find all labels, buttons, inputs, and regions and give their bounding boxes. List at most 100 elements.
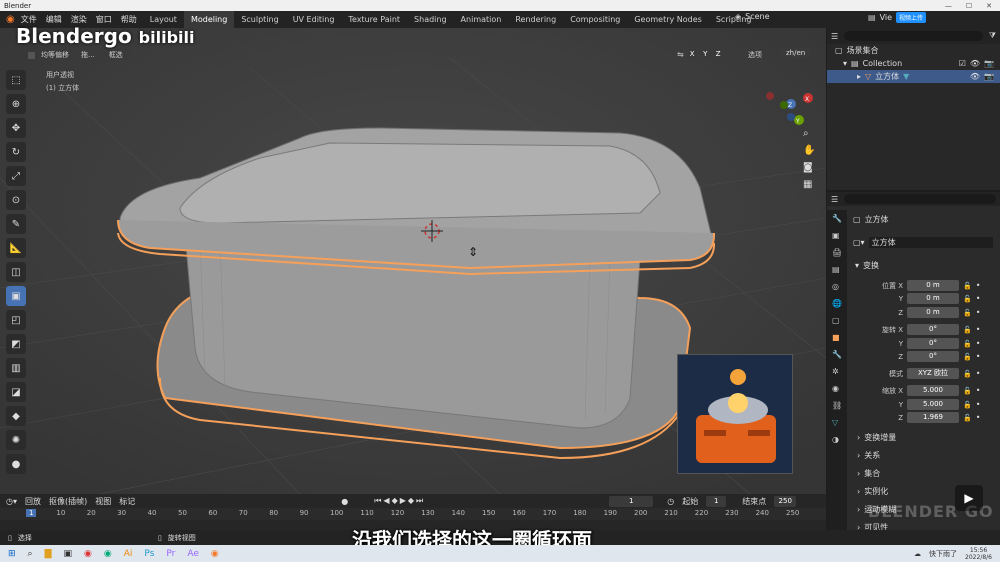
object-tab-icon[interactable]: ■: [832, 333, 842, 342]
workspace-tab[interactable]: Geometry Nodes: [627, 11, 708, 28]
tool-tab-icon[interactable]: 🔧: [832, 214, 842, 223]
lock-icon[interactable]: 🔓: [963, 387, 972, 395]
annotate-tool-icon[interactable]: ✎: [6, 214, 26, 234]
lang-toggle[interactable]: zh/en: [780, 48, 812, 58]
world-tab-icon[interactable]: 🌐: [832, 299, 842, 308]
timeline-editor-icon[interactable]: ◷▾: [6, 497, 17, 506]
timeline-ruler[interactable]: 1 10 20 30 40 50 60 70 80 90 100 110 120 130 140 150 160…: [0, 508, 826, 520]
eye-icon[interactable]: 👁: [970, 59, 980, 68]
markers-menu[interactable]: 标记: [119, 496, 135, 507]
physics-tab-icon[interactable]: ◉: [832, 384, 842, 393]
keyframe-dot-icon[interactable]: •: [976, 369, 981, 378]
current-frame-field[interactable]: 1: [609, 495, 654, 507]
keying-menu[interactable]: 抠像(插帧): [49, 496, 87, 507]
measure-tool-icon[interactable]: 📐: [6, 238, 26, 258]
search-icon[interactable]: ⌕: [28, 549, 33, 559]
data-tab-icon[interactable]: ▽: [832, 418, 842, 427]
chrome-icon[interactable]: ◉: [84, 549, 92, 559]
select-tool-icon[interactable]: ⬚: [6, 70, 26, 90]
rotation-z-field[interactable]: 0°: [907, 351, 959, 362]
zoom-icon[interactable]: ⌕: [803, 128, 815, 139]
keyframe-dot-icon[interactable]: •: [976, 339, 981, 348]
lock-icon[interactable]: 🔓: [963, 295, 972, 303]
move-tool-icon[interactable]: ✥: [6, 118, 26, 138]
edge-icon[interactable]: ◉: [104, 549, 112, 559]
workspace-tab[interactable]: Compositing: [563, 11, 627, 28]
lock-icon[interactable]: 🔓: [963, 326, 972, 334]
lock-icon[interactable]: 🔓: [963, 340, 972, 348]
end-frame-field[interactable]: 250: [774, 495, 797, 507]
checkbox-icon[interactable]: ☑: [959, 59, 966, 68]
properties-search-field[interactable]: [844, 194, 996, 204]
photoshop-icon[interactable]: Ps: [144, 549, 154, 559]
keyframe-dot-icon[interactable]: •: [976, 308, 981, 317]
illustrator-icon[interactable]: Ai: [124, 549, 133, 559]
options-menu[interactable]: 选项: [748, 50, 762, 60]
particles-tab-icon[interactable]: ✲: [832, 367, 842, 376]
location-z-field[interactable]: 0 m: [907, 307, 959, 318]
loop-cut-tool-icon[interactable]: ▥: [6, 358, 26, 378]
close-icon[interactable]: ✕: [986, 2, 992, 10]
workspace-tab[interactable]: Rendering: [508, 11, 563, 28]
camera-icon[interactable]: ◙: [803, 162, 815, 173]
keyframe-dot-icon[interactable]: •: [976, 325, 981, 334]
even-offset-checkbox[interactable]: [28, 51, 35, 59]
delta-expand-icon[interactable]: ›: [857, 433, 860, 442]
lock-icon[interactable]: 🔓: [963, 414, 972, 422]
scene-tab-icon[interactable]: ◎: [832, 282, 842, 291]
extrude-tool-icon[interactable]: ▣: [6, 286, 26, 306]
object-name-field[interactable]: 立方体: [868, 237, 993, 248]
keyframe-dot-icon[interactable]: •: [976, 294, 981, 303]
view-layer-selector[interactable]: ▤ Vie 视频上传: [868, 12, 927, 23]
rotation-mode-field[interactable]: XYZ 欧拉: [907, 368, 959, 379]
keyframe-dot-icon[interactable]: •: [976, 281, 981, 290]
lock-icon[interactable]: 🔓: [963, 370, 972, 378]
start-frame-field[interactable]: 1: [706, 495, 727, 507]
axis-x[interactable]: X: [687, 49, 697, 60]
axis-y[interactable]: Y: [700, 49, 710, 60]
properties-editor-icon[interactable]: ☰: [831, 195, 838, 204]
material-tab-icon[interactable]: ◑: [832, 435, 842, 444]
render-tab-icon[interactable]: ▣: [832, 231, 842, 240]
spin-tool-icon[interactable]: ✺: [6, 430, 26, 450]
cursor-tool-icon[interactable]: ⊕: [6, 94, 26, 114]
scene-selector[interactable]: ◈ Scene: [735, 12, 770, 21]
drag-option[interactable]: 拖...: [81, 50, 95, 60]
output-tab-icon[interactable]: 🖨: [832, 248, 842, 257]
workspace-tab[interactable]: UV Editing: [286, 11, 342, 28]
axis-z[interactable]: Z: [713, 49, 723, 60]
section-expand-icon[interactable]: ▾: [855, 261, 859, 270]
camera-render-icon[interactable]: 📷: [984, 72, 994, 81]
rotation-x-field[interactable]: 0°: [907, 324, 959, 335]
scale-y-field[interactable]: 5.000: [907, 399, 959, 410]
smooth-tool-icon[interactable]: ●: [6, 454, 26, 474]
constraints-tab-icon[interactable]: ⛓: [832, 401, 842, 410]
explorer-icon[interactable]: ▇: [45, 549, 52, 559]
inset-tool-icon[interactable]: ◰: [6, 310, 26, 330]
workspace-tab[interactable]: Sculpting: [234, 11, 285, 28]
start-icon[interactable]: ⊞: [8, 549, 16, 559]
add-cube-tool-icon[interactable]: ◫: [6, 262, 26, 282]
workspace-tab[interactable]: Shading: [407, 11, 454, 28]
location-x-field[interactable]: 0 m: [907, 280, 959, 291]
lock-icon[interactable]: 🔓: [963, 401, 972, 409]
outliner-search-field[interactable]: [844, 31, 983, 41]
playback-controls[interactable]: ⏮◀◆▶◆⏭: [374, 496, 425, 506]
blender-logo-icon[interactable]: ◉: [6, 14, 15, 25]
scene-collection-row[interactable]: ▢ 场景集合: [827, 44, 1000, 57]
app-icon[interactable]: ▣: [64, 549, 73, 559]
object-type-icon[interactable]: ▢▾: [853, 238, 865, 247]
playback-menu[interactable]: 回放: [25, 496, 41, 507]
camera-render-icon[interactable]: 📷: [984, 59, 994, 68]
lock-icon[interactable]: 🔓: [963, 282, 972, 290]
properties-section[interactable]: › 集合: [857, 468, 997, 479]
pan-hand-icon[interactable]: ✋: [803, 145, 815, 156]
modifier-tab-icon[interactable]: 🔧: [832, 350, 842, 359]
lock-icon[interactable]: 🔓: [963, 353, 972, 361]
expand-icon[interactable]: ▸: [857, 72, 861, 81]
aftereffects-icon[interactable]: Ae: [187, 549, 199, 559]
location-y-field[interactable]: 0 m: [907, 293, 959, 304]
scale-x-field[interactable]: 5.000: [907, 385, 959, 396]
rotation-y-field[interactable]: 0°: [907, 338, 959, 349]
minimize-icon[interactable]: —: [945, 2, 952, 10]
